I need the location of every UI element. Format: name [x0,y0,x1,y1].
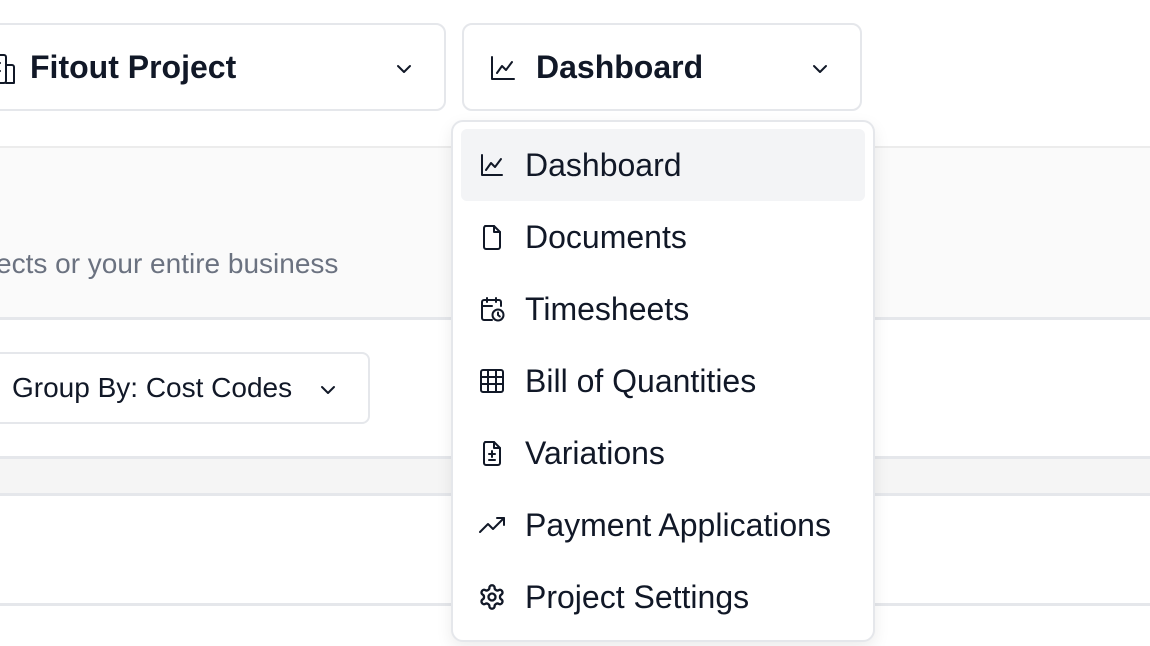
chevron-down-icon [808,57,832,81]
menu-item-label: Variations [525,434,665,471]
gear-icon [478,583,506,611]
building-icon [0,51,22,87]
group-by-dropdown[interactable]: Group By: Cost Codes [0,352,370,424]
trending-up-icon [478,511,506,539]
menu-item-label: Dashboard [525,146,682,183]
menu-item-dashboard[interactable]: Dashboard [461,129,865,201]
line-chart-icon [488,53,518,83]
menu-item-project-settings[interactable]: Project Settings [461,561,865,633]
file-icon [478,223,506,251]
view-selector[interactable]: Dashboard [462,23,862,111]
project-selector[interactable]: Fitout Project [0,23,446,111]
chevron-down-icon [392,57,416,81]
menu-item-timesheets[interactable]: Timesheets [461,273,865,345]
menu-item-label: Bill of Quantities [525,362,757,399]
menu-item-label: Payment Applications [525,506,831,543]
menu-item-payment-applications[interactable]: Payment Applications [461,489,865,561]
page-subtitle: ects or your entire business [0,248,339,279]
project-selector-label: Fitout Project [30,48,237,85]
view-dropdown-menu: Dashboard Documents Timesheets Bill of Q… [451,120,875,642]
group-by-label: Group By: Cost Codes [12,372,293,403]
view-selector-label: Dashboard [536,48,704,85]
calendar-clock-icon [478,295,506,323]
menu-item-label: Timesheets [525,290,690,327]
menu-item-label: Documents [525,218,687,255]
chevron-down-icon [316,378,340,402]
line-chart-icon [478,151,506,179]
table-icon [478,367,506,395]
menu-item-label: Project Settings [525,578,750,615]
file-plus-minus-icon [478,439,506,467]
menu-item-bill-of-quantities[interactable]: Bill of Quantities [461,345,865,417]
menu-item-documents[interactable]: Documents [461,201,865,273]
app-stage: ects or your entire business Group By: C… [0,0,1150,646]
menu-item-variations[interactable]: Variations [461,417,865,489]
